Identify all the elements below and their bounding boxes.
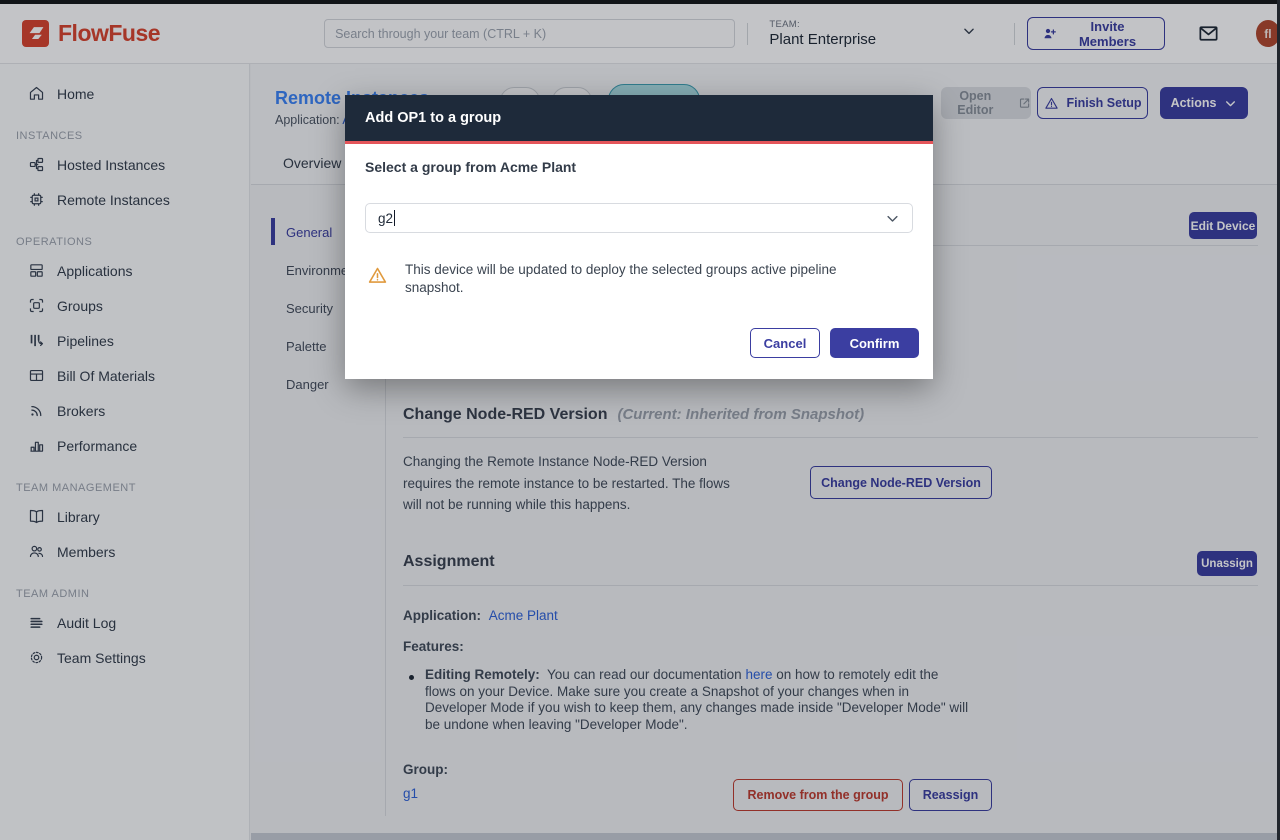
dialog-prompt: Select a group from Acme Plant: [365, 159, 576, 175]
dialog-accent-line: [345, 141, 933, 144]
app-window: FlowFuse TEAM: Plant Enterprise Invite M…: [0, 0, 1280, 840]
dialog-actions: Cancel Confirm: [750, 328, 919, 358]
cancel-button[interactable]: Cancel: [750, 328, 820, 358]
group-combobox[interactable]: g2: [365, 203, 913, 233]
add-to-group-dialog: Add OP1 to a group Select a group from A…: [345, 95, 933, 379]
confirm-label: Confirm: [850, 336, 900, 351]
dialog-header: Add OP1 to a group: [345, 95, 933, 141]
dialog-title: Add OP1 to a group: [365, 110, 501, 126]
chevron-down-icon[interactable]: [885, 211, 900, 226]
text-caret: [394, 210, 395, 226]
cancel-label: Cancel: [764, 336, 807, 351]
dialog-warning: This device will be updated to deploy th…: [367, 261, 883, 297]
group-combobox-value: g2: [378, 211, 393, 226]
warning-triangle-icon: [367, 265, 388, 286]
warning-text: This device will be updated to deploy th…: [405, 261, 883, 297]
confirm-button[interactable]: Confirm: [830, 328, 919, 358]
